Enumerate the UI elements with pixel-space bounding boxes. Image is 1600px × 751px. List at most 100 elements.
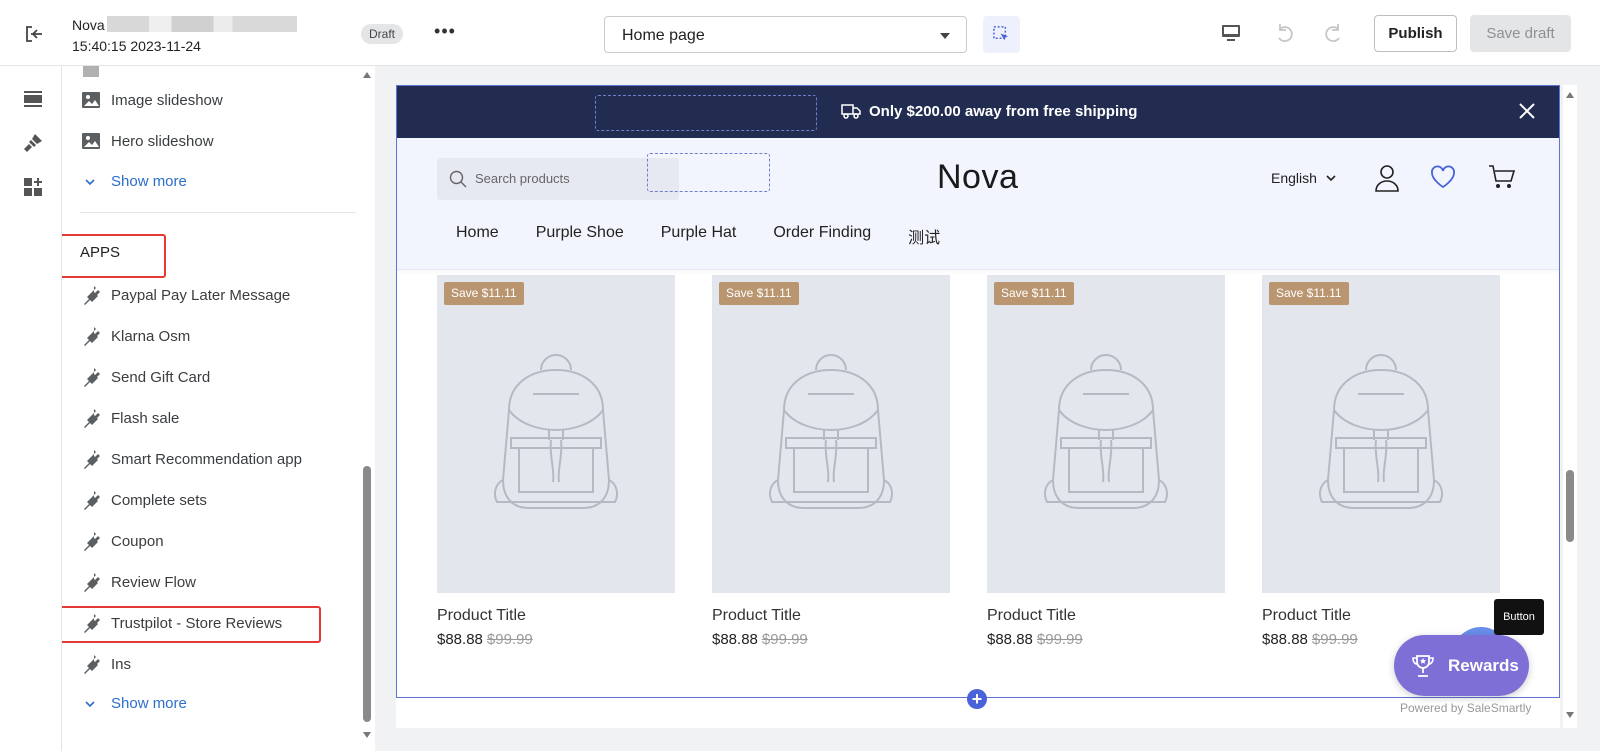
image-icon: [82, 92, 100, 108]
status-badge: Draft: [361, 24, 404, 44]
heart-icon[interactable]: [1430, 165, 1456, 194]
store-header: Search products Nova English Home Purple…: [396, 138, 1560, 270]
save-draft-button[interactable]: Save draft: [1470, 15, 1571, 52]
sidebar-item-app[interactable]: Flash sale: [80, 405, 179, 431]
announcement-bar[interactable]: Only $200.00 away from free shipping: [396, 85, 1560, 138]
sidebar-item-label: Ins: [111, 655, 132, 673]
search-icon: [449, 170, 467, 188]
trophy-icon: [1412, 654, 1434, 677]
sale-badge: Save $11.11: [1269, 282, 1349, 305]
sidebar-item-label: Klarna Osm: [111, 327, 191, 345]
sidebar-item-label: Flash sale: [111, 409, 180, 427]
product-title[interactable]: Product Title: [712, 607, 950, 625]
sale-price: $88.88: [1262, 631, 1308, 648]
sale-price: $88.88: [987, 631, 1033, 648]
partially-hidden-item: [80, 66, 111, 83]
sidebar-item-app[interactable]: Ins: [80, 651, 131, 677]
product-card[interactable]: Save $11.11 Product Title $88.88 $99.99: [1262, 275, 1500, 648]
show-more-button[interactable]: Show more: [84, 695, 187, 712]
search-input[interactable]: Search products: [437, 158, 679, 200]
nav-item-order-finding[interactable]: Order Finding: [773, 224, 871, 248]
apps-icon[interactable]: [22, 176, 44, 198]
announcement-message: Only $200.00 away from free shipping: [841, 102, 1137, 120]
product-title[interactable]: Product Title: [987, 607, 1225, 625]
nav-item-purple-shoe[interactable]: Purple Shoe: [536, 224, 624, 248]
sidebar-item-label: Complete sets: [111, 491, 207, 509]
product-image[interactable]: Save $11.11: [1262, 275, 1500, 593]
sidebar-item-app[interactable]: Coupon: [80, 528, 164, 554]
show-more-button[interactable]: Show more: [84, 173, 187, 190]
sections-icon[interactable]: [22, 88, 44, 110]
more-icon[interactable]: •••: [434, 22, 456, 44]
compare-price: $99.99: [1311, 631, 1358, 648]
selection-outline: [595, 95, 817, 131]
product-card[interactable]: Save $11.11 Product Title $88.88 $99.99: [712, 275, 950, 648]
sidebar-item-app[interactable]: Send Gift Card: [80, 364, 210, 390]
sale-badge: Save $11.11: [719, 282, 799, 305]
top-bar: Nova 15:40:15 2023-11-24 Draft ••• Home …: [0, 0, 1600, 66]
redacted-text: [106, 16, 297, 32]
redo-icon[interactable]: [1322, 21, 1346, 50]
scroll-up-icon[interactable]: [1566, 92, 1574, 98]
sale-badge: Save $11.11: [994, 282, 1074, 305]
sidebar-item-label: Image slideshow: [111, 91, 223, 109]
store-logo[interactable]: Nova: [937, 158, 1018, 197]
canvas-scrollbar[interactable]: [1563, 85, 1577, 728]
product-title[interactable]: Product Title: [1262, 607, 1500, 625]
product-card[interactable]: Save $11.11 Product Title $88.88 $99.99: [987, 275, 1225, 648]
desktop-icon[interactable]: [1219, 21, 1243, 50]
scroll-up-icon[interactable]: [363, 72, 371, 78]
sidebar-item-app[interactable]: Review Flow: [80, 569, 196, 595]
compare-price: $99.99: [1036, 631, 1083, 648]
nav-item-test[interactable]: 测试: [908, 224, 940, 248]
scroll-down-icon[interactable]: [1566, 712, 1574, 718]
truck-icon: [841, 104, 861, 119]
sidebar-panel: Image slideshow Hero slideshow Show more…: [62, 66, 375, 751]
plug-icon: [84, 409, 100, 428]
product-title[interactable]: Product Title: [437, 607, 675, 625]
nav-item-home[interactable]: Home: [456, 224, 499, 248]
sidebar-item-hero-slideshow[interactable]: Hero slideshow: [80, 128, 214, 154]
sidebar-item-app[interactable]: Klarna Osm: [80, 323, 190, 349]
product-image[interactable]: Save $11.11: [437, 275, 675, 593]
backpack-placeholder-icon: [769, 354, 893, 509]
sale-badge: Save $11.11: [444, 282, 524, 305]
add-section-button[interactable]: +: [967, 689, 987, 709]
main-nav: Home Purple Shoe Purple Hat Order Findin…: [456, 224, 977, 248]
close-icon[interactable]: [1518, 102, 1536, 125]
sidebar-item-label: Hero slideshow: [111, 132, 214, 150]
sale-price: $88.88: [712, 631, 758, 648]
scroll-down-icon[interactable]: [363, 732, 371, 738]
product-card[interactable]: Save $11.11 Product Title $88.88 $99.99: [437, 275, 675, 648]
caret-down-icon: [940, 33, 950, 39]
selection-outline: [647, 153, 770, 192]
sidebar-item-label: Paypal Pay Later Message: [111, 286, 291, 304]
backpack-placeholder-icon: [494, 354, 618, 509]
plug-icon: [84, 573, 100, 592]
product-image[interactable]: Save $11.11: [987, 275, 1225, 593]
account-icon[interactable]: [1374, 164, 1400, 197]
product-image[interactable]: Save $11.11: [712, 275, 950, 593]
chevron-down-icon: [85, 178, 95, 185]
nav-item-purple-hat[interactable]: Purple Hat: [661, 224, 737, 248]
sidebar-item-app[interactable]: Paypal Pay Later Message: [80, 282, 290, 308]
sidebar-item-image-slideshow[interactable]: Image slideshow: [80, 87, 223, 113]
sale-price: $88.88: [437, 631, 483, 648]
plug-icon: [84, 450, 100, 469]
sidebar-item-app[interactable]: Smart Recommendation app: [80, 446, 302, 472]
chevron-down-icon: [85, 700, 95, 707]
publish-button[interactable]: Publish: [1374, 15, 1457, 52]
sidebar-item-label: Review Flow: [111, 573, 197, 591]
theme-name: Nova: [72, 16, 297, 33]
exit-icon[interactable]: [22, 22, 46, 46]
sidebar-scroll-thumb[interactable]: [363, 466, 371, 722]
language-select[interactable]: English: [1271, 170, 1337, 186]
sidebar-item-app[interactable]: Complete sets: [80, 487, 207, 513]
page-select[interactable]: Home page: [604, 16, 967, 53]
undo-icon[interactable]: [1272, 21, 1296, 50]
inspect-button[interactable]: [983, 16, 1020, 53]
canvas-scroll-thumb[interactable]: [1566, 470, 1574, 542]
cart-icon[interactable]: [1488, 164, 1516, 195]
rewards-button[interactable]: Rewards: [1394, 635, 1529, 696]
brush-icon[interactable]: [22, 132, 44, 154]
